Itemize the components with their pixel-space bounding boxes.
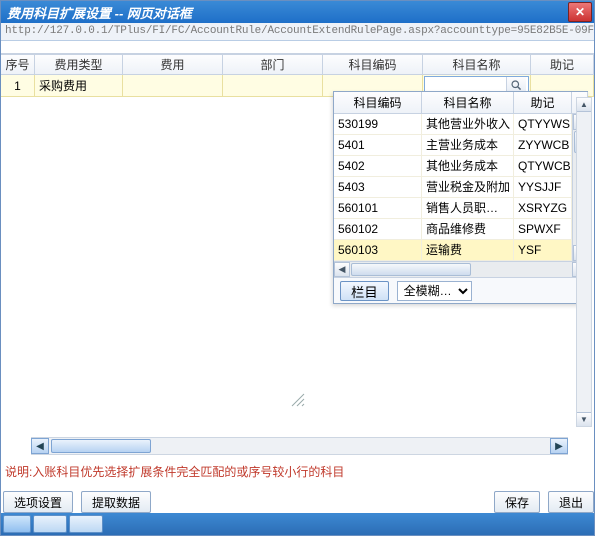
col-code[interactable]: 科目编码 bbox=[323, 55, 423, 74]
popup-cell-code: 560102 bbox=[334, 219, 422, 239]
bottom-hscroll-track[interactable] bbox=[49, 438, 550, 454]
cell-fee[interactable] bbox=[123, 75, 223, 96]
popup-cell-name: 主营业务成本 bbox=[422, 135, 514, 155]
popup-cell-name: 运输费 bbox=[422, 240, 514, 260]
match-mode-select[interactable]: 全模糊… bbox=[397, 281, 472, 301]
bottom-hscroll[interactable]: ◀ ▶ bbox=[31, 437, 568, 455]
note-text: 说明:入账科目优先选择扩展条件完全匹配的或序号较小行的科目 bbox=[5, 465, 425, 479]
popup-row[interactable]: 5403营业税金及附加YYSJJF bbox=[334, 177, 588, 198]
main-vscroll[interactable]: ▲ ▼ bbox=[576, 97, 592, 427]
popup-cell-name: 营业税金及附加 bbox=[422, 177, 514, 197]
start-button[interactable] bbox=[3, 515, 31, 533]
popup-cell-name: 其他业务成本 bbox=[422, 156, 514, 176]
popup-cell-code: 530199 bbox=[334, 114, 422, 134]
cell-type[interactable]: 采购费用 bbox=[35, 75, 123, 96]
exit-button[interactable]: 退出 bbox=[548, 491, 594, 513]
lookup-popup: 科目编码 科目名称 助记 530199其他营业外收入QTYYWS5401主营业务… bbox=[333, 91, 588, 304]
popup-cell-help: ZYYWCB bbox=[514, 135, 572, 155]
main-scroll-up-icon[interactable]: ▲ bbox=[577, 98, 591, 112]
scroll-left-icon[interactable]: ◀ bbox=[334, 262, 350, 277]
window-title: 费用科目扩展设置 -- 网页对话框 bbox=[7, 3, 566, 22]
popup-header: 科目编码 科目名称 助记 bbox=[334, 92, 588, 114]
popup-cell-code: 5403 bbox=[334, 177, 422, 197]
close-icon: ✕ bbox=[575, 5, 585, 19]
taskbar-item[interactable] bbox=[69, 515, 103, 533]
popup-cell-help: XSRYZG bbox=[514, 198, 572, 218]
col-type[interactable]: 费用类型 bbox=[35, 55, 123, 74]
col-seq[interactable]: 序号 bbox=[1, 55, 35, 74]
main-scroll-down-icon[interactable]: ▼ bbox=[577, 412, 591, 426]
popup-cell-help: YSF bbox=[514, 240, 572, 260]
cell-seq: 1 bbox=[1, 75, 35, 96]
popup-row[interactable]: 530199其他营业外收入QTYYWS bbox=[334, 114, 588, 135]
popup-cell-name: 商品维修费 bbox=[422, 219, 514, 239]
url-bar: http://127.0.0.1/TPlus/FI/FC/AccountRule… bbox=[1, 23, 594, 41]
popup-col-name[interactable]: 科目名称 bbox=[422, 92, 514, 113]
popup-row[interactable]: 5402其他业务成本QTYWCB bbox=[334, 156, 588, 177]
titlebar[interactable]: 费用科目扩展设置 -- 网页对话框 ✕ bbox=[1, 1, 594, 23]
splitter-grip-icon[interactable] bbox=[291, 393, 305, 407]
popup-cell-help: SPWXF bbox=[514, 219, 572, 239]
popup-footer: 栏目 全模糊… bbox=[334, 277, 588, 303]
col-fee[interactable]: 费用 bbox=[123, 55, 223, 74]
popup-cell-help: QTYWCB bbox=[514, 156, 572, 176]
popup-cell-code: 5402 bbox=[334, 156, 422, 176]
popup-row[interactable]: 5401主营业务成本ZYYWCB bbox=[334, 135, 588, 156]
popup-cell-code: 560101 bbox=[334, 198, 422, 218]
options-button[interactable]: 选项设置 bbox=[3, 491, 73, 513]
col-rest[interactable]: 助记 bbox=[531, 55, 594, 74]
hscroll-thumb[interactable] bbox=[351, 263, 471, 276]
dialog-window: 费用科目扩展设置 -- 网页对话框 ✕ http://127.0.0.1/TPl… bbox=[0, 0, 595, 536]
cell-dept[interactable] bbox=[223, 75, 323, 96]
popup-cell-help: QTYYWS bbox=[514, 114, 572, 134]
save-button[interactable]: 保存 bbox=[494, 491, 540, 513]
bottom-scroll-left-icon[interactable]: ◀ bbox=[31, 438, 49, 454]
popup-cell-name: 销售人员职… bbox=[422, 198, 514, 218]
popup-row[interactable]: 560103运输费YSF bbox=[334, 240, 588, 261]
popup-hscroll[interactable]: ◀ ▶ bbox=[334, 261, 588, 277]
popup-cell-code: 560103 bbox=[334, 240, 422, 260]
fetch-data-button[interactable]: 提取数据 bbox=[81, 491, 151, 513]
popup-row[interactable]: 560101销售人员职…XSRYZG bbox=[334, 198, 588, 219]
columns-button[interactable]: 栏目 bbox=[340, 281, 389, 301]
main-area: 序号 费用类型 费用 部门 科目编码 科目名称 助记 1 采购费用 bbox=[1, 41, 594, 437]
popup-row[interactable]: 560102商品维修费SPWXF bbox=[334, 219, 588, 240]
taskbar-item[interactable] bbox=[33, 515, 67, 533]
close-button[interactable]: ✕ bbox=[568, 2, 592, 22]
bottom-scroll-right-icon[interactable]: ▶ bbox=[550, 438, 568, 454]
popup-cell-name: 其他营业外收入 bbox=[422, 114, 514, 134]
grid-header: 序号 费用类型 费用 部门 科目编码 科目名称 助记 bbox=[1, 53, 594, 75]
col-dept[interactable]: 部门 bbox=[223, 55, 323, 74]
popup-col-code[interactable]: 科目编码 bbox=[334, 92, 422, 113]
popup-cell-help: YYSJJF bbox=[514, 177, 572, 197]
bottom-hscroll-thumb[interactable] bbox=[51, 439, 151, 453]
hscroll-track[interactable] bbox=[350, 262, 572, 277]
popup-body: 530199其他营业外收入QTYYWS5401主营业务成本ZYYWCB5402其… bbox=[334, 114, 588, 261]
popup-cell-code: 5401 bbox=[334, 135, 422, 155]
taskbar[interactable] bbox=[1, 513, 594, 535]
col-name[interactable]: 科目名称 bbox=[423, 55, 531, 74]
popup-col-help[interactable]: 助记 bbox=[514, 92, 572, 113]
